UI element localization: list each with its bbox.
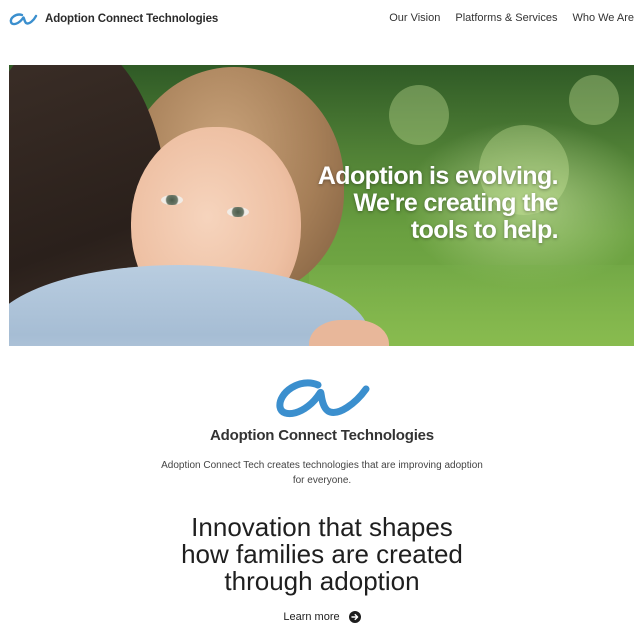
nav-our-vision[interactable]: Our Vision: [389, 12, 440, 24]
hero-banner: Adoption is evolving. We're creating the…: [9, 65, 634, 346]
learn-more-label: Learn more: [283, 611, 340, 623]
bokeh-light: [569, 75, 619, 125]
bokeh-light: [389, 85, 449, 145]
script-a-logo-icon: [8, 12, 38, 26]
main-headline: Innovation that shapes how families are …: [0, 514, 644, 595]
hero-line: We're creating the: [353, 189, 559, 217]
site-header: Adoption Connect Technologies Our Vision…: [0, 0, 644, 40]
child-eye-right: [227, 207, 249, 217]
headline-line: Innovation that shapes: [191, 512, 453, 542]
script-a-logo-icon: [272, 375, 372, 426]
arrow-right-circle-icon: [348, 611, 361, 623]
nav-platforms-services[interactable]: Platforms & Services: [455, 12, 557, 24]
brand-name: Adoption Connect Technologies: [45, 13, 219, 25]
main-nav: Our Vision Platforms & Services Who We A…: [389, 12, 634, 24]
headline-line: through adoption: [224, 566, 420, 596]
learn-more-link[interactable]: Learn more: [0, 611, 644, 623]
tagline: Adoption Connect Tech creates technologi…: [161, 460, 483, 486]
child-eye-left: [161, 195, 183, 205]
hero-heading: Adoption is evolving. We're creating the…: [317, 162, 559, 244]
company-name: Adoption Connect Technologies: [210, 427, 434, 444]
brand-link[interactable]: Adoption Connect Technologies: [8, 10, 218, 28]
hero-line: Adoption is evolving.: [317, 162, 559, 190]
nav-who-we-are[interactable]: Who We Are: [572, 12, 634, 24]
headline-line: how families are created: [181, 539, 463, 569]
hero-line: tools to help.: [410, 216, 559, 244]
